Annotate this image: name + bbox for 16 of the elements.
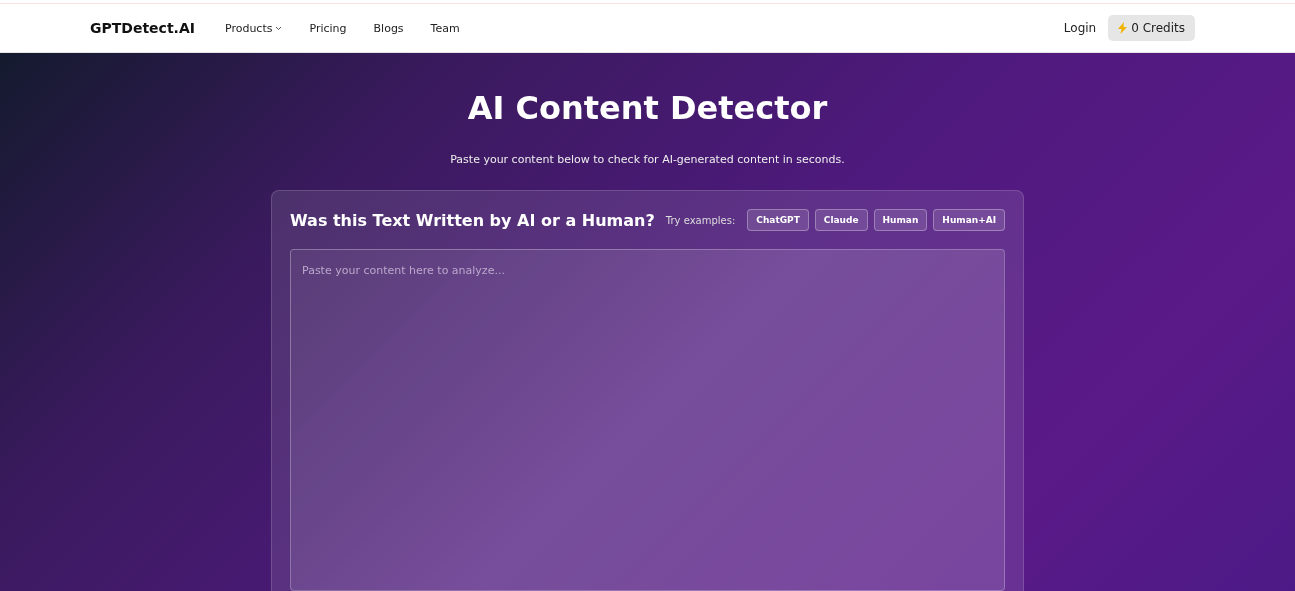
example-button[interactable]: Claude	[814, 209, 868, 231]
login-link[interactable]: Login	[1063, 21, 1097, 35]
example-button[interactable]: Human+AI	[933, 209, 1005, 231]
nav-link[interactable]: Blogs	[373, 21, 404, 35]
card-heading: Was this Text Written by AI or a Human?	[290, 210, 656, 230]
page-title: AI Content Detector	[467, 89, 828, 127]
examples-label: Try examples:	[665, 214, 736, 226]
example-button[interactable]: ChatGPT	[747, 209, 809, 231]
brand-logo[interactable]: GPTDetect.AI	[90, 20, 195, 36]
lightning-icon	[1118, 22, 1128, 34]
page-subtitle: Paste your content below to check for AI-generated content in seconds.	[450, 153, 845, 166]
nav-link[interactable]: Products	[224, 21, 283, 35]
credits-button[interactable]: 0 Credits	[1108, 15, 1195, 41]
example-button[interactable]: Human	[873, 209, 928, 231]
nav-link[interactable]: Pricing	[309, 21, 347, 35]
nav-link[interactable]: Team	[430, 21, 460, 35]
